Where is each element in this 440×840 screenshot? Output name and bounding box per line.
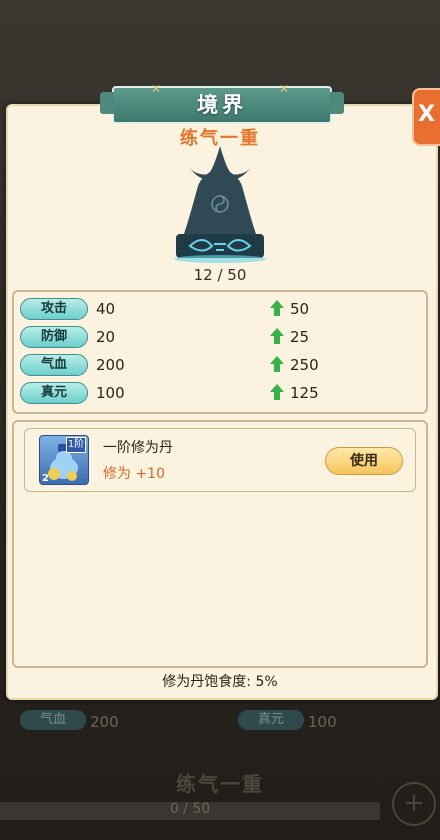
stat-current-value: 20	[96, 328, 116, 346]
dialog-title: 境界	[197, 93, 247, 117]
stat-next-value: 250	[290, 356, 319, 374]
bg-stat-value-mp: 100	[308, 713, 337, 731]
stat-row-energy: 真元 100 125	[20, 382, 420, 406]
stat-current-value: 200	[96, 356, 125, 374]
stat-label: 真元	[20, 382, 88, 404]
bg-stat-label-mp: 真元	[238, 710, 304, 730]
satiety-text: 修为丹饱食度: 5%	[162, 674, 278, 690]
bg-stat-label-hp: 气血	[20, 710, 86, 730]
plus-icon: +	[392, 782, 436, 826]
up-arrow-icon	[270, 356, 284, 372]
meditating-figure-silhouette	[174, 146, 266, 263]
bg-progress-text: 0 / 50	[169, 801, 211, 817]
stat-current-value: 40	[96, 300, 116, 318]
stat-next-value: 50	[290, 300, 310, 318]
item-card: 1阶 2 一阶修为丹 修为 +10 使用	[24, 428, 416, 492]
stat-row-hp: 气血 200 250	[20, 354, 420, 378]
pin-icon-right: ✕	[278, 82, 290, 96]
use-button[interactable]: 使用	[325, 447, 403, 475]
cultivation-progress-text: 12 / 50	[193, 266, 247, 284]
pin-icon-left: ✕	[150, 82, 162, 96]
up-arrow-icon	[270, 300, 284, 316]
stat-row-defense: 防御 20 25	[20, 326, 420, 350]
stat-label: 气血	[20, 354, 88, 376]
item-icon[interactable]: 1阶 2	[39, 435, 89, 485]
item-name: 一阶修为丹	[103, 440, 173, 456]
stat-next-value: 25	[290, 328, 310, 346]
close-icon: X	[418, 102, 435, 127]
bg-stat-value-hp: 200	[90, 713, 119, 731]
stats-panel: 攻击 40 50 防御 20 25 气血 200 250 真元 100 125	[12, 290, 428, 414]
stat-next-value: 125	[290, 384, 319, 402]
up-arrow-icon	[270, 384, 284, 400]
item-effect: 修为 +10	[103, 466, 165, 482]
stat-row-attack: 攻击 40 50	[20, 298, 420, 322]
dialog-title-banner: 境界	[100, 86, 344, 124]
stat-label: 防御	[20, 326, 88, 348]
items-panel: 1阶 2 一阶修为丹 修为 +10 使用	[12, 420, 428, 668]
item-count: 2	[42, 473, 49, 484]
stat-current-value: 100	[96, 384, 125, 402]
close-button[interactable]: X	[412, 88, 440, 146]
bg-realm-name: 练气一重	[176, 772, 264, 796]
stat-label: 攻击	[20, 298, 88, 320]
item-tier-badge: 1阶	[66, 437, 86, 453]
up-arrow-icon	[270, 328, 284, 344]
